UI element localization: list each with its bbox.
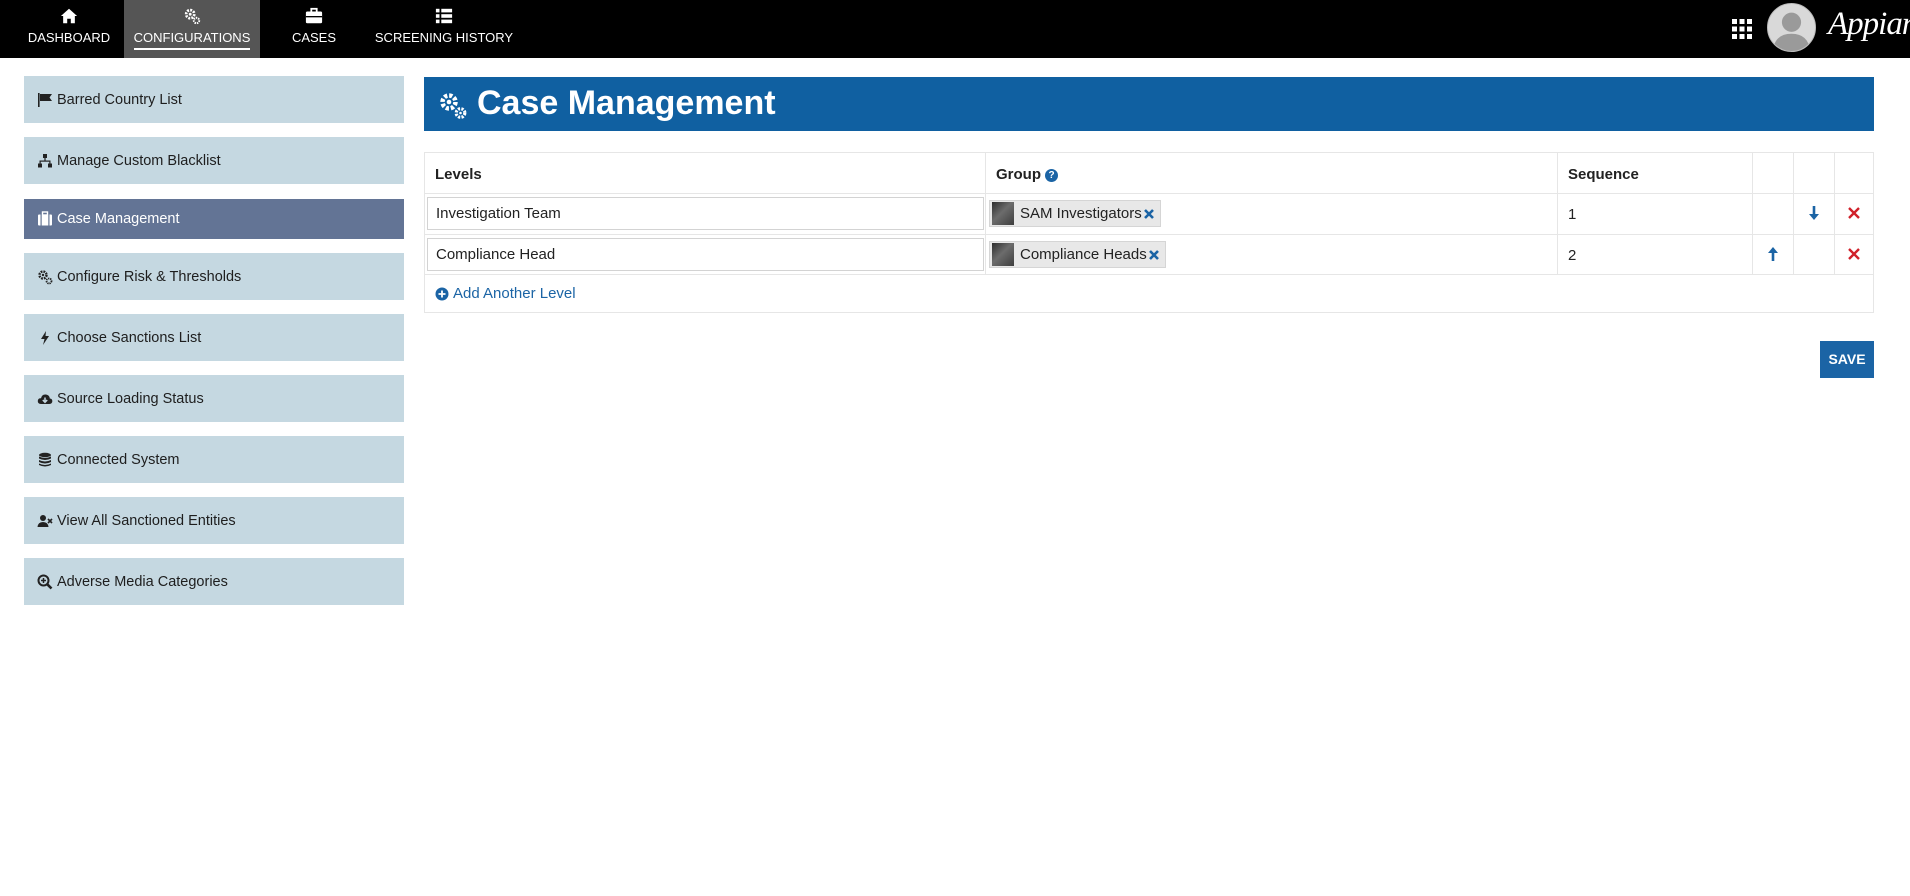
group-avatar [992, 202, 1014, 225]
group-token-label: Compliance Heads [1020, 246, 1147, 263]
column-header-group-label: Group [996, 166, 1041, 183]
sidebar-item-barred-country-list[interactable]: Barred Country List [24, 76, 404, 123]
move-up-icon[interactable] [1765, 246, 1781, 262]
nav-configurations-label: CONFIGURATIONS [124, 30, 260, 50]
sidebar-item-manage-custom-blacklist[interactable]: Manage Custom Blacklist [24, 137, 404, 184]
sidebar-item-connected-system[interactable]: Connected System [24, 436, 404, 483]
add-another-level-label: Add Another Level [453, 285, 576, 302]
briefcase-icon [305, 7, 323, 24]
sidebar-item-label: Connected System [57, 451, 180, 468]
appian-logo: Appian [1828, 6, 1910, 42]
search-plus-icon [37, 574, 53, 589]
level-name-input[interactable]: Investigation Team [427, 197, 984, 230]
remove-token-icon[interactable] [1148, 249, 1160, 261]
gears-icon [38, 269, 53, 284]
sitemap-icon [38, 153, 52, 167]
apps-grid-icon[interactable] [1731, 18, 1753, 40]
sidebar-item-label: Choose Sanctions List [57, 329, 202, 346]
group-picker-token[interactable]: Compliance Heads [989, 241, 1166, 268]
sidebar-item-view-all-sanctioned-entities[interactable]: View All Sanctioned Entities [24, 497, 404, 544]
delete-row-icon[interactable] [1846, 205, 1862, 221]
move-down-icon[interactable] [1806, 205, 1822, 221]
bolt-icon [41, 330, 49, 345]
user-avatar[interactable] [1767, 3, 1816, 52]
levels-table: Levels Group? Sequence Investigation Tea… [424, 152, 1874, 313]
nav-cases-label: CASES [291, 30, 337, 45]
sidebar-item-source-loading-status[interactable]: Source Loading Status [24, 375, 404, 422]
sidebar-item-label: Manage Custom Blacklist [57, 152, 221, 169]
user-times-icon [37, 514, 53, 527]
top-nav-bar: DASHBOARD CONFIGURATIONS CASES SCREENING… [0, 0, 1910, 58]
nav-screening-history[interactable]: SCREENING HISTORY [372, 0, 516, 58]
list-icon [435, 8, 453, 24]
column-header-sequence: Sequence [1568, 166, 1639, 183]
sidebar-item-case-management[interactable]: Case Management [24, 199, 404, 239]
group-avatar [992, 243, 1014, 266]
column-header-levels: Levels [435, 166, 482, 183]
delete-row-icon[interactable] [1846, 246, 1862, 262]
nav-dashboard-label: DASHBOARD [27, 30, 111, 45]
sidebar-item-label: Source Loading Status [57, 390, 204, 407]
sequence-value: 2 [1568, 247, 1577, 264]
column-header-group: Group? [996, 166, 1058, 183]
nav-configurations[interactable]: CONFIGURATIONS [124, 0, 260, 58]
nav-cases[interactable]: CASES [272, 0, 356, 58]
suitcase-icon [38, 211, 52, 226]
plus-circle-icon [435, 287, 449, 301]
database-icon [39, 452, 51, 466]
home-icon [60, 8, 78, 24]
sidebar-item-label: Adverse Media Categories [57, 573, 228, 590]
remove-token-icon[interactable] [1143, 208, 1155, 220]
sequence-value: 1 [1568, 206, 1577, 223]
nav-dashboard[interactable]: DASHBOARD [18, 0, 120, 58]
group-picker-token[interactable]: SAM Investigators [989, 200, 1161, 227]
sidebar-item-label: View All Sanctioned Entities [57, 512, 236, 529]
cloud-download-icon [37, 393, 53, 404]
sidebar-item-configure-risk-thresholds[interactable]: Configure Risk & Thresholds [24, 253, 404, 300]
sidebar-item-choose-sanctions-list[interactable]: Choose Sanctions List [24, 314, 404, 361]
group-token-label: SAM Investigators [1020, 205, 1142, 222]
gears-icon [440, 93, 467, 119]
nav-screening-history-label: SCREENING HISTORY [374, 30, 514, 45]
page-header-banner: Case Management [424, 77, 1874, 131]
page-title: Case Management [477, 84, 776, 122]
sidebar-item-label: Case Management [57, 211, 180, 227]
level-name-input[interactable]: Compliance Head [427, 238, 984, 271]
save-button[interactable]: SAVE [1820, 341, 1874, 378]
flag-icon [38, 92, 52, 107]
gears-icon [184, 8, 201, 25]
user-silhouette-icon [1772, 12, 1811, 51]
sidebar-item-adverse-media-categories[interactable]: Adverse Media Categories [24, 558, 404, 605]
sidebar-item-label: Barred Country List [57, 91, 182, 108]
help-icon[interactable]: ? [1045, 169, 1058, 182]
sidebar-item-label: Configure Risk & Thresholds [57, 268, 242, 285]
